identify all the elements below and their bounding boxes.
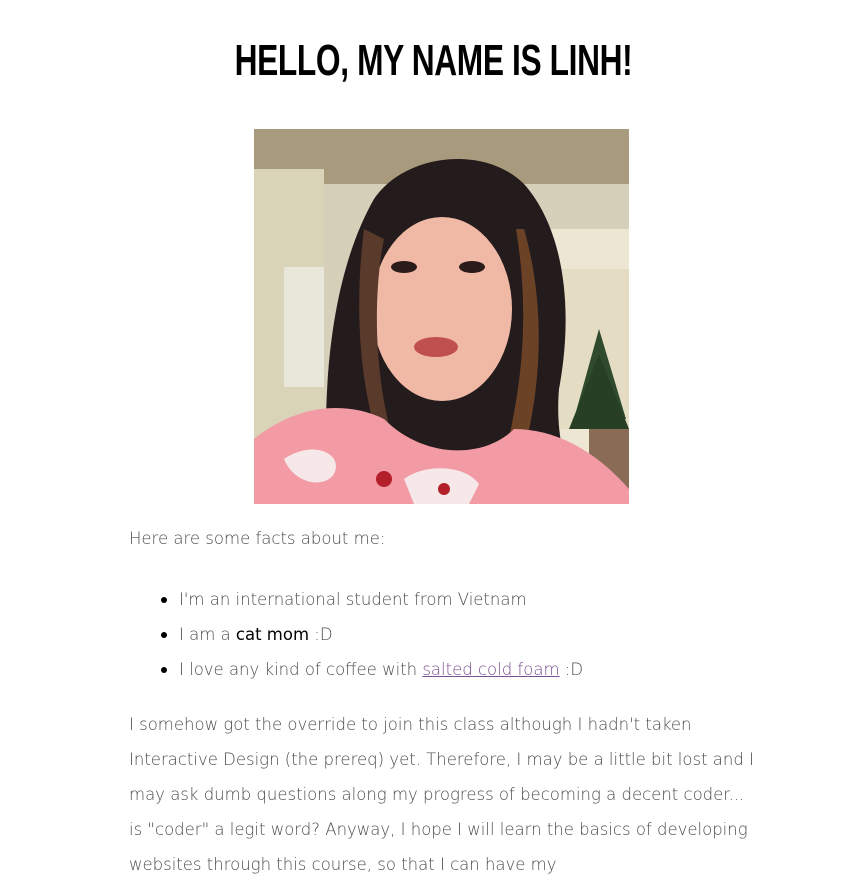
- salted-cold-foam-link[interactable]: salted cold foam: [422, 660, 559, 679]
- fact-suffix: :D: [559, 660, 584, 679]
- fact-prefix: I am a: [179, 625, 236, 644]
- facts-intro: Here are some facts about me:: [129, 529, 386, 548]
- page: Hello, my name is Linh!: [0, 0, 867, 874]
- bullet-icon: [161, 632, 167, 638]
- fact-highlight: cat mom: [235, 625, 310, 644]
- page-title: Hello, my name is Linh!: [234, 36, 633, 85]
- about-paragraph: I somehow got the override to join this …: [129, 715, 754, 874]
- bullet-icon: [161, 667, 167, 673]
- fact-text: I'm an international student from Vietna…: [179, 590, 527, 609]
- fact-suffix: :D: [309, 625, 333, 644]
- list-item: I love any kind of coffee with salted co…: [161, 652, 584, 687]
- profile-photo: [254, 129, 629, 504]
- fact-prefix: I love any kind of coffee with: [179, 660, 423, 679]
- list-item: I'm an international student from Vietna…: [161, 582, 583, 617]
- bullet-icon: [161, 597, 167, 603]
- facts-list: I'm an international student from Vietna…: [129, 582, 583, 687]
- list-item: I am a cat mom :D: [161, 617, 583, 652]
